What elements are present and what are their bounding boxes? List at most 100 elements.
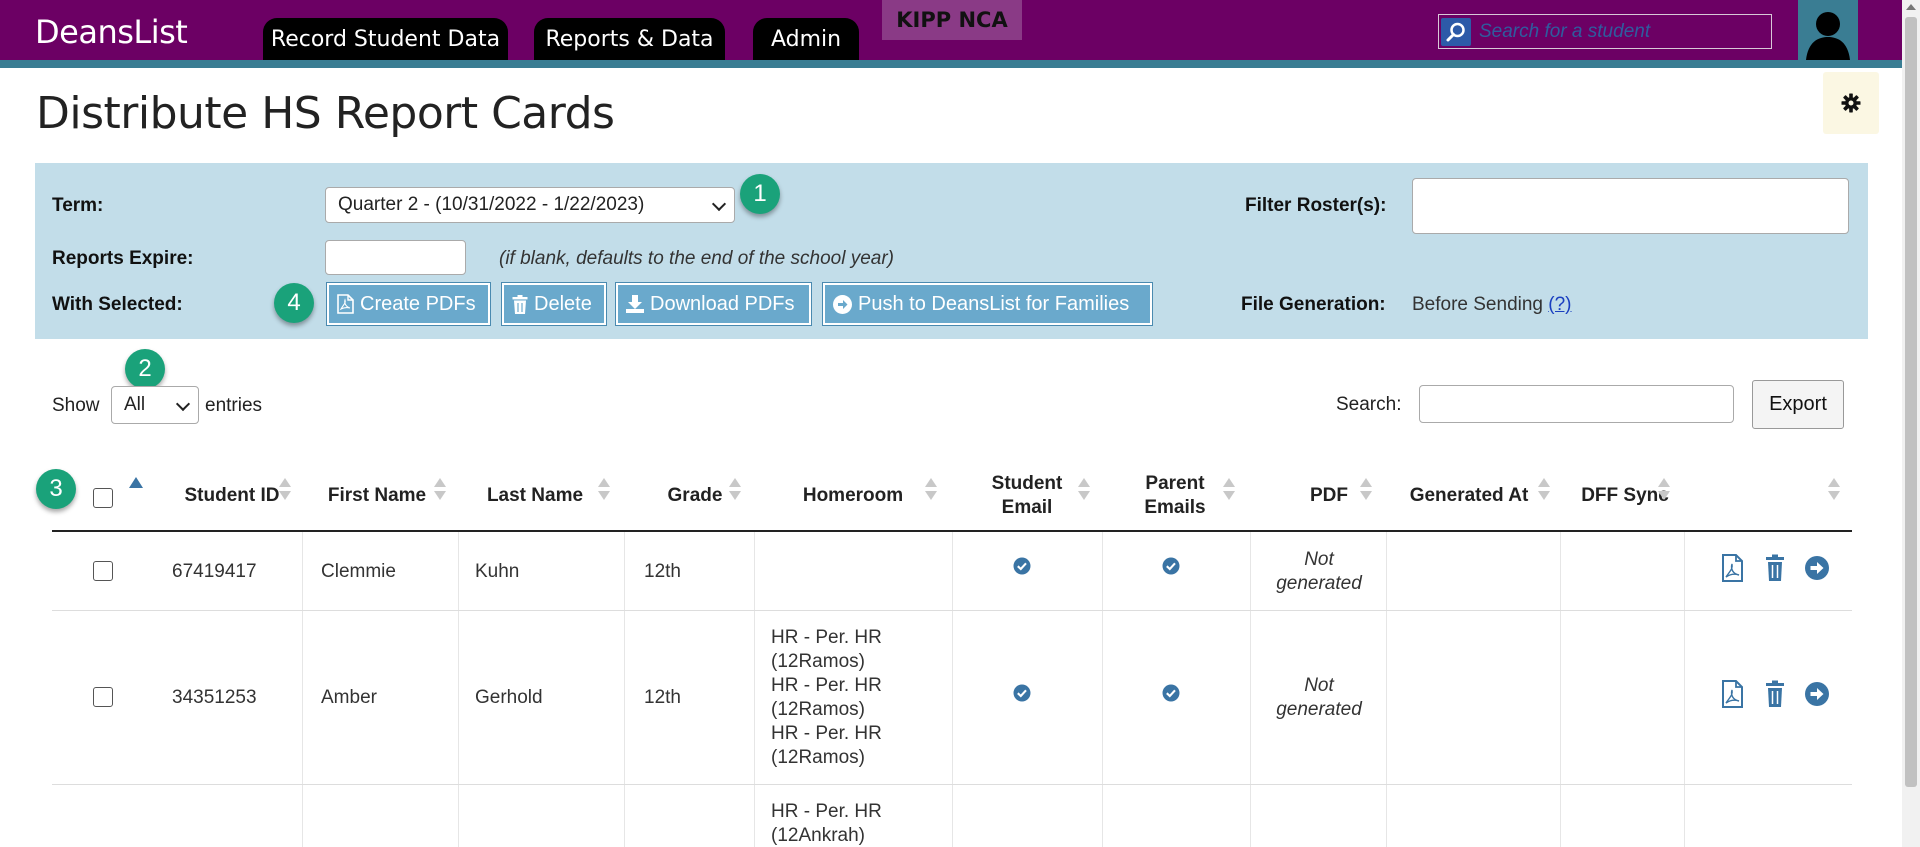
download-pdfs-label: Download PDFs <box>650 292 795 315</box>
th-generated-at[interactable]: Generated At <box>1409 466 1529 526</box>
select-all-checkbox[interactable] <box>93 488 113 508</box>
sort-icon[interactable] <box>1538 478 1550 502</box>
homeroom-line: HR - Per. HR <box>771 723 882 744</box>
th-first-name[interactable]: First Name <box>322 466 432 526</box>
tab-admin[interactable]: Admin <box>753 18 859 60</box>
tab-record-student-data[interactable]: Record Student Data <box>263 18 508 60</box>
download-icon <box>626 295 644 313</box>
cell-homeroom: HR - Per. HR (12Ankrah) <box>771 800 882 847</box>
row-checkbox[interactable] <box>93 561 113 581</box>
brand-logo[interactable]: DeansList <box>35 13 188 51</box>
user-avatar[interactable] <box>1798 0 1858 60</box>
row-checkbox[interactable] <box>93 687 113 707</box>
sort-icon[interactable] <box>1360 478 1372 502</box>
table-row: HR - Per. HR (12Ankrah) <box>52 785 1852 847</box>
delete-button[interactable]: Delete <box>501 282 607 326</box>
cell-last-name: Gerhold <box>475 687 543 708</box>
chevron-down-icon <box>711 196 727 212</box>
school-badge[interactable]: KIPP NCA <box>882 0 1022 40</box>
step-badge-4: 4 <box>274 283 314 323</box>
reports-expire-label: Reports Expire: <box>52 248 194 269</box>
file-pdf-icon[interactable] <box>1717 679 1747 709</box>
check-circle-icon <box>1162 684 1180 702</box>
export-button[interactable]: Export <box>1752 380 1844 429</box>
th-grade[interactable]: Grade <box>650 466 740 526</box>
cell-student-id: 67419417 <box>172 561 257 582</box>
file-pdf-icon[interactable] <box>1717 553 1747 583</box>
download-pdfs-button[interactable]: Download PDFs <box>615 282 812 326</box>
show-label: Show <box>52 395 100 416</box>
delete-label: Delete <box>534 292 592 315</box>
table-search-input[interactable] <box>1419 385 1734 423</box>
check-circle-icon <box>1013 557 1031 575</box>
th-last-name[interactable]: Last Name <box>480 466 590 526</box>
entries-per-page-select[interactable]: All <box>111 386 199 424</box>
create-pdfs-label: Create PDFs <box>360 292 476 315</box>
sort-icon[interactable] <box>925 478 937 502</box>
homeroom-line: (12Ramos) <box>771 747 865 768</box>
reports-expire-input[interactable] <box>325 240 466 275</box>
th-student-id[interactable]: Student ID <box>172 466 292 526</box>
file-generation-help-link[interactable]: (?) <box>1548 294 1571 315</box>
table-search-label: Search: <box>1336 394 1402 415</box>
cell-homeroom: HR - Per. HR (12Ramos) HR - Per. HR (12R… <box>771 626 882 770</box>
step-badge-2: 2 <box>125 349 165 389</box>
homeroom-line: (12Ramos) <box>771 651 865 672</box>
filter-roster-input[interactable] <box>1412 178 1849 234</box>
entries-label: entries <box>205 395 263 416</box>
arrow-circle-right-icon[interactable] <box>1802 679 1832 709</box>
report-cards-table: Student ID First Name Last Name Grade Ho… <box>52 460 1852 847</box>
arrow-circle-right-icon <box>833 294 852 314</box>
scroll-up-arrow-icon[interactable] <box>1906 4 1916 10</box>
sort-icon[interactable] <box>1658 478 1670 502</box>
student-search-input[interactable] <box>1471 20 1771 43</box>
cell-first-name: Clemmie <box>321 561 396 582</box>
file-generation-value: Before Sending (?) <box>1412 294 1572 316</box>
term-label: Term: <box>52 195 104 216</box>
sort-icon[interactable] <box>598 478 610 502</box>
trash-icon[interactable] <box>1760 553 1790 583</box>
push-to-deanslist-button[interactable]: Push to DeansList for Families <box>822 282 1153 326</box>
cell-pdf-status: Not generated <box>1276 549 1362 594</box>
cell-grade: 12th <box>644 687 681 708</box>
th-student-email[interactable]: Student Email <box>972 466 1082 526</box>
cell-student-id: 34351253 <box>172 687 257 708</box>
trash-icon[interactable] <box>1760 679 1790 709</box>
table-row: 67419417 Clemmie Kuhn 12th Not generated <box>52 532 1852 611</box>
sort-asc-icon[interactable] <box>129 477 143 488</box>
with-selected-label: With Selected: <box>52 294 183 315</box>
settings-button[interactable] <box>1823 72 1879 134</box>
file-pdf-icon <box>337 294 354 314</box>
create-pdfs-button[interactable]: Create PDFs <box>326 282 491 326</box>
sort-icon[interactable] <box>729 478 741 502</box>
push-to-deanslist-label: Push to DeansList for Families <box>858 292 1130 315</box>
th-dff-sync[interactable]: DFF Sync <box>1580 466 1670 526</box>
homeroom-line: (12Ramos) <box>771 699 865 720</box>
entries-select-value: All <box>124 394 146 415</box>
tab-reports-data[interactable]: Reports & Data <box>534 18 725 60</box>
th-homeroom[interactable]: Homeroom <box>783 466 923 526</box>
scroll-thumb[interactable] <box>1905 17 1917 787</box>
sort-icon[interactable] <box>434 478 446 502</box>
step-badge-1: 1 <box>740 174 780 214</box>
sort-icon[interactable] <box>279 478 291 502</box>
student-search <box>1438 14 1772 49</box>
sort-icon[interactable] <box>1078 478 1090 502</box>
top-nav-bar: DeansList Record Student Data Reports & … <box>0 0 1902 60</box>
page-scrollbar[interactable] <box>1902 0 1920 847</box>
term-select[interactable]: Quarter 2 - (10/31/2022 - 1/22/2023) <box>325 187 735 223</box>
search-icon[interactable] <box>1441 17 1471 46</box>
table-header-row: Student ID First Name Last Name Grade Ho… <box>52 460 1852 532</box>
arrow-circle-right-icon[interactable] <box>1802 553 1832 583</box>
chevron-down-icon <box>175 396 191 412</box>
homeroom-line: HR - Per. HR <box>771 801 882 822</box>
file-generation-label: File Generation: <box>1241 294 1386 315</box>
sort-icon[interactable] <box>1223 478 1235 502</box>
homeroom-line: HR - Per. HR <box>771 627 882 648</box>
term-select-value: Quarter 2 - (10/31/2022 - 1/22/2023) <box>338 194 645 215</box>
table-row: 34351253 Amber Gerhold 12th HR - Per. HR… <box>52 611 1852 785</box>
sort-icon[interactable] <box>1828 478 1840 502</box>
homeroom-line: (12Ankrah) <box>771 825 865 846</box>
check-circle-icon <box>1162 557 1180 575</box>
th-parent-emails[interactable]: Parent Emails <box>1120 466 1230 526</box>
